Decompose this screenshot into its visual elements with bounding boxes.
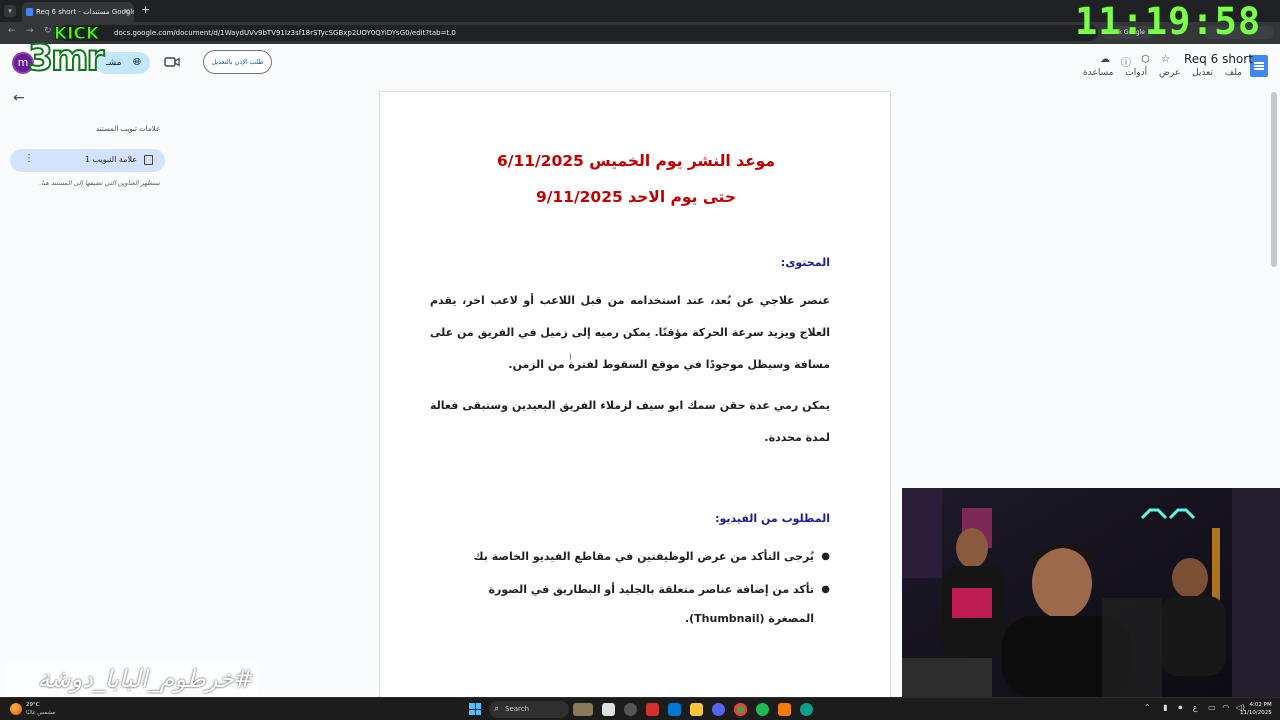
windows-taskbar: 29°C مشمس غالبًا Search ⌃ ▮ ⏺ ع ▭ ◠ ◁) 4… — [0, 697, 1280, 720]
outlook-icon[interactable] — [668, 703, 681, 716]
list-item: ● يُرجى التأكد من عرض الوظيفتين في مقاطع… — [454, 542, 830, 571]
menu-view[interactable]: عرض — [1159, 68, 1180, 78]
app-icon[interactable] — [778, 703, 791, 716]
move-icon[interactable]: ⬡ — [1141, 54, 1150, 65]
publish-until-line: حتى يوم الاحد 9/11/2025 — [535, 188, 737, 206]
task-view-icon[interactable] — [602, 703, 615, 716]
taskbar-search-box[interactable]: Search — [489, 701, 569, 718]
browser-tab[interactable]: Req 6 short - مستندات Google ✕ — [22, 2, 134, 22]
weather-sun-icon — [10, 703, 22, 715]
back-icon[interactable]: ← — [8, 26, 16, 36]
tray-chevron-icon[interactable]: ⌃ — [1144, 703, 1151, 712]
taskbar-date: 11/10/2025 — [1240, 710, 1272, 716]
outline-tab-label: علامة التبويب 1 — [84, 155, 137, 164]
menu-bar: ملف تعديل عرض أدوات مساعدة — [1074, 68, 1242, 78]
widgets-icon[interactable] — [573, 703, 593, 716]
weather-description: مشمس غالبًا — [26, 710, 56, 716]
windows-start-icon[interactable] — [469, 703, 481, 715]
webcam-image — [902, 488, 1280, 697]
settings-gear-icon[interactable] — [624, 703, 637, 716]
globe-icon: 🌐︎ — [133, 57, 141, 68]
request-edit-access-button[interactable]: طلب الإذن بالتعديل — [203, 50, 272, 74]
discord-icon[interactable] — [712, 703, 725, 716]
video-requirements-heading: المطلوب من الفيديو: — [715, 512, 830, 525]
outline-panel-title: علامات تبويب المستند — [96, 125, 161, 133]
streamer-logo-text: 3mr — [27, 37, 105, 80]
tab-title: Req 6 short - مستندات Google — [36, 8, 134, 16]
new-tab-button[interactable]: + — [141, 3, 150, 16]
docs-favicon-icon — [26, 8, 33, 16]
document-tab-icon — [144, 155, 153, 165]
cloud-status-icon[interactable]: ☁ — [1100, 54, 1110, 65]
docs-header — [0, 44, 1280, 88]
info-icon[interactable]: ⓘ — [1121, 54, 1131, 69]
wifi-icon[interactable]: ◠ — [1222, 703, 1229, 712]
document-page[interactable]: موعد النشر يوم الخميس 6/11/2025 حتى يوم … — [379, 91, 891, 720]
content-paragraph-2: يمكن رمي عدة حقن سمك ابو سيف لزملاء الفر… — [430, 399, 830, 444]
bullet-text-2: تأكد من إضافة عناصر متعلقة بالجليد أو ال… — [488, 583, 814, 625]
url-field[interactable]: docs.google.com/document/d/1WaydUVv9bTV9… — [58, 25, 1098, 41]
menu-file[interactable]: ملف — [1225, 68, 1242, 78]
close-outline-icon[interactable]: ← — [13, 90, 25, 106]
media-app-icon[interactable] — [646, 703, 659, 716]
weather-temperature: 29°C — [26, 702, 40, 708]
menu-tools[interactable]: أدوات — [1125, 68, 1147, 78]
more-options-icon[interactable]: ⋮ — [24, 153, 34, 164]
hashtag-overlay: #خرطوم_البابا_دوشة — [6, 661, 258, 697]
outline-hint: ستظهر العناوين التي تضيفها إلى المستند ه… — [39, 179, 160, 187]
chrome-icon[interactable] — [734, 703, 747, 716]
taskbar-time: 4:02 PM — [1249, 702, 1272, 708]
list-item: ● تأكد من إضافة عناصر متعلقة بالجليد أو … — [454, 575, 830, 633]
text-cursor-icon: I — [569, 353, 572, 363]
menu-edit[interactable]: تعديل — [1192, 68, 1213, 78]
video-call-icon[interactable] — [164, 56, 180, 68]
overlay-clock: 11:19:58 — [1075, 0, 1262, 43]
document-title[interactable]: Req 6 short — [1184, 52, 1253, 66]
file-explorer-icon[interactable] — [690, 703, 703, 716]
webcam-feed — [902, 488, 1280, 697]
bullet-text-1: يُرجى التأكد من عرض الوظيفتين في مقاطع ا… — [473, 550, 814, 563]
tray-app-icon[interactable]: ▮ — [1163, 703, 1167, 712]
menu-help[interactable]: مساعدة — [1083, 68, 1113, 78]
outline-tab-item[interactable]: علامة التبويب 1 ⋮ — [10, 149, 165, 172]
language-indicator[interactable]: ع — [1193, 703, 1198, 712]
tab-search-icon[interactable]: ▾ — [4, 5, 16, 17]
clock-date[interactable]: 4:02 PM 11/10/2025 — [1240, 701, 1272, 717]
weather-widget[interactable]: 29°C مشمس غالبًا — [10, 701, 70, 719]
publish-date-line: موعد النشر يوم الخميس 6/11/2025 — [497, 152, 775, 170]
bullet-icon: ● — [821, 551, 830, 562]
spotify-icon[interactable] — [756, 703, 769, 716]
display-icon[interactable]: ▭ — [1208, 703, 1216, 712]
content-paragraph-1: عنصر علاجي عن بُعد، عند استخدامه من قبل … — [430, 294, 830, 371]
kick-streamer-logo: KICK 3mr — [27, 24, 118, 81]
screen: ▾ Req 6 short - مستندات Google ✕ + ← → ↻… — [0, 0, 1280, 720]
star-icon[interactable]: ☆ — [1161, 54, 1170, 65]
microphone-icon[interactable]: ⏺ — [1178, 703, 1182, 712]
bullet-icon: ● — [821, 584, 830, 595]
scrollbar-thumb[interactable] — [1271, 92, 1277, 267]
close-tab-icon[interactable]: ✕ — [123, 2, 130, 22]
system-tray: ⌃ ▮ ⏺ ع ▭ ◠ ◁) — [1144, 703, 1245, 713]
edge-icon[interactable] — [800, 703, 813, 716]
content-heading: المحتوى: — [780, 256, 830, 269]
